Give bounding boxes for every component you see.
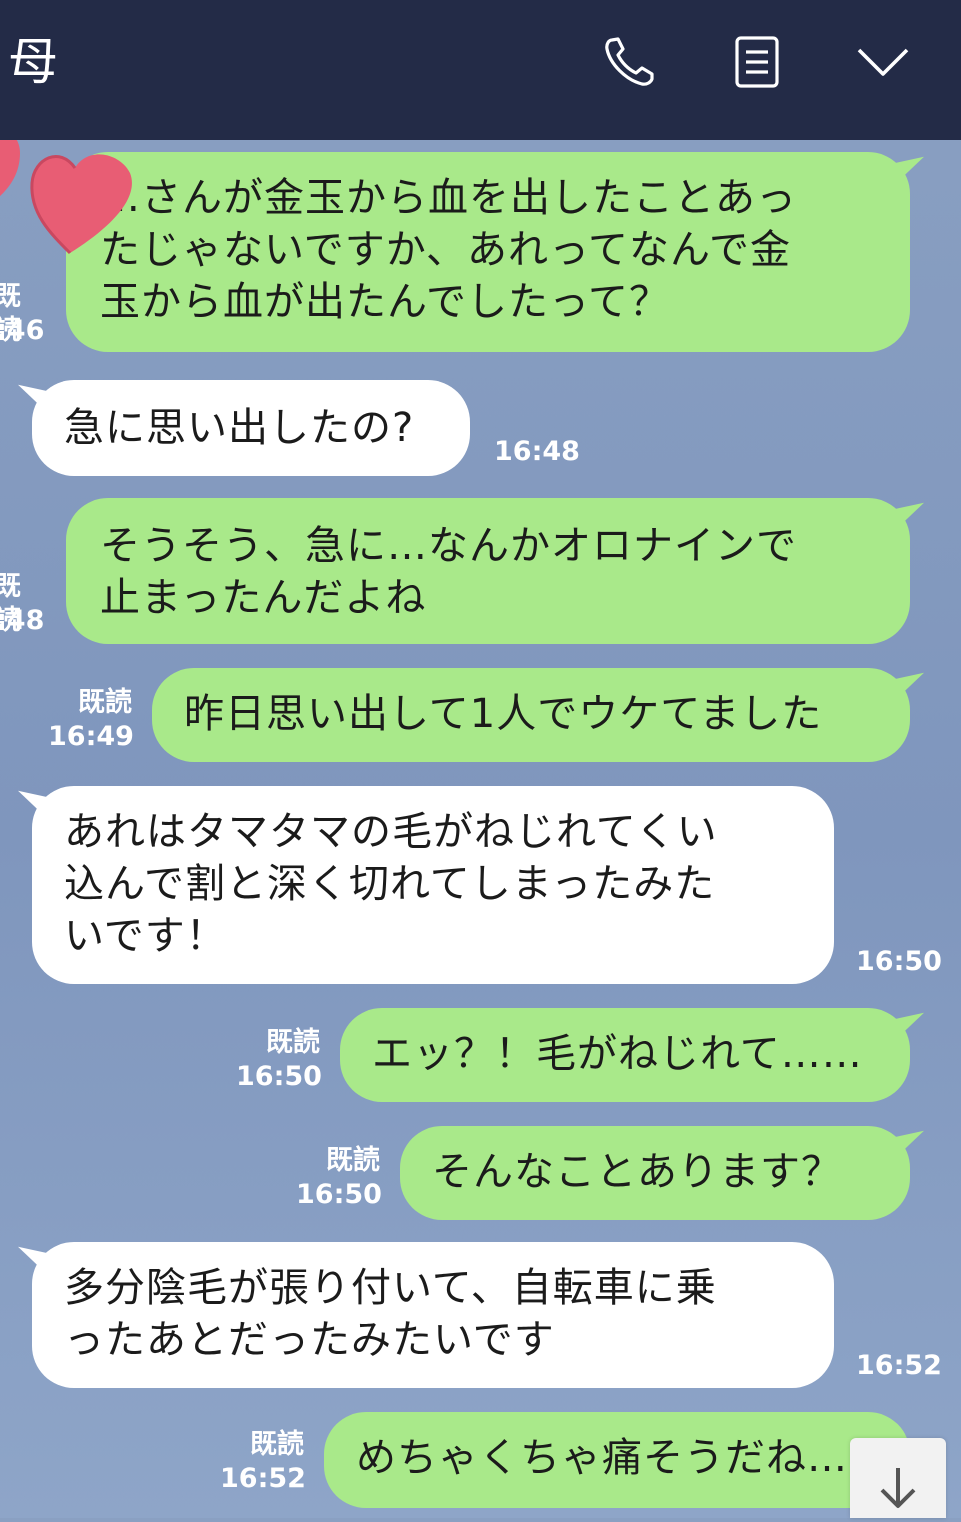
message-text-line: いです！ [64, 913, 227, 959]
chat-header: 母 [0, 0, 961, 140]
message-text-line: 急に思い出したの? [64, 405, 415, 451]
message-time: 16:50 [236, 1061, 322, 1092]
scroll-to-bottom-button[interactable] [850, 1438, 946, 1518]
message-text-line: 止まったんだよね [100, 575, 427, 621]
chevron-down-icon[interactable] [853, 32, 913, 92]
message-text-line: そうそう、急に…なんかオロナインで [100, 523, 797, 569]
memo-icon[interactable] [727, 32, 787, 92]
message-bubble-received[interactable]: あれはタマタマの毛がねじれてくい 込んで割と深く切れてしまったみた いです！ [32, 786, 834, 984]
message-list[interactable]: 既読 :46 既読 :48 …さんが金玉から血を出したことあっ たじゃないですか… [0, 140, 961, 1518]
message-bubble-sent[interactable]: エッ？！毛がねじれて…… [340, 1008, 910, 1102]
heart-sticker-icon [0, 140, 132, 255]
message-bubble-sent[interactable]: …さんが金玉から血を出したことあっ たじゃないですか、あれってなんで金 玉から血… [66, 152, 910, 352]
message-time: 16:50 [856, 946, 942, 977]
message-time: 16:50 [296, 1179, 382, 1210]
message-bubble-received[interactable]: 多分陰毛が張り付いて、自転車に乗 ったあとだったみたいです [32, 1242, 834, 1388]
message-text-line: エッ？！毛がねじれて…… [372, 1031, 863, 1077]
chat-title[interactable]: 母 [8, 30, 58, 94]
message-bubble-sent[interactable]: そんなことあります？ [400, 1126, 910, 1220]
message-text-line: 昨日思い出して1人でウケてました [184, 691, 823, 737]
read-receipt: 既読 [266, 1027, 320, 1058]
read-receipt: 既読 [326, 1145, 380, 1176]
message-time: :46 [0, 315, 45, 346]
arrow-down-icon [880, 1468, 916, 1508]
message-time: 16:52 [856, 1350, 942, 1381]
message-text-line: ったあとだったみたいです [64, 1317, 555, 1363]
message-text-line: あれはタマタマの毛がねじれてくい [64, 809, 718, 855]
message-time: 16:48 [494, 436, 580, 467]
message-time: 16:52 [220, 1463, 306, 1494]
message-bubble-received[interactable]: 急に思い出したの? [32, 380, 470, 476]
message-text-line: そんなことあります？ [432, 1149, 842, 1195]
read-receipt: 既読 [78, 687, 132, 718]
read-receipt: 既読 [250, 1429, 304, 1460]
message-bubble-sent[interactable]: そうそう、急に…なんかオロナインで 止まったんだよね [66, 498, 910, 644]
message-text-line: …さんが金玉から血を出したことあっ [100, 175, 797, 221]
phone-icon[interactable] [600, 32, 660, 92]
message-text-line: 玉から血が出たんでしたって？ [100, 279, 670, 325]
message-bubble-sent[interactable]: めちゃくちゃ痛そうだね… [324, 1412, 910, 1508]
message-text-line: 多分陰毛が張り付いて、自転車に乗 [64, 1265, 717, 1311]
message-text-line: 込んで割と深く切れてしまったみた [64, 861, 716, 907]
message-bubble-sent[interactable]: 昨日思い出して1人でウケてました [152, 668, 910, 762]
message-text-line: たじゃないですか、あれってなんで金 [100, 227, 791, 273]
message-text-line: めちゃくちゃ痛そうだね… [356, 1435, 848, 1481]
message-time: 16:49 [48, 721, 134, 752]
message-time: :48 [0, 605, 45, 636]
